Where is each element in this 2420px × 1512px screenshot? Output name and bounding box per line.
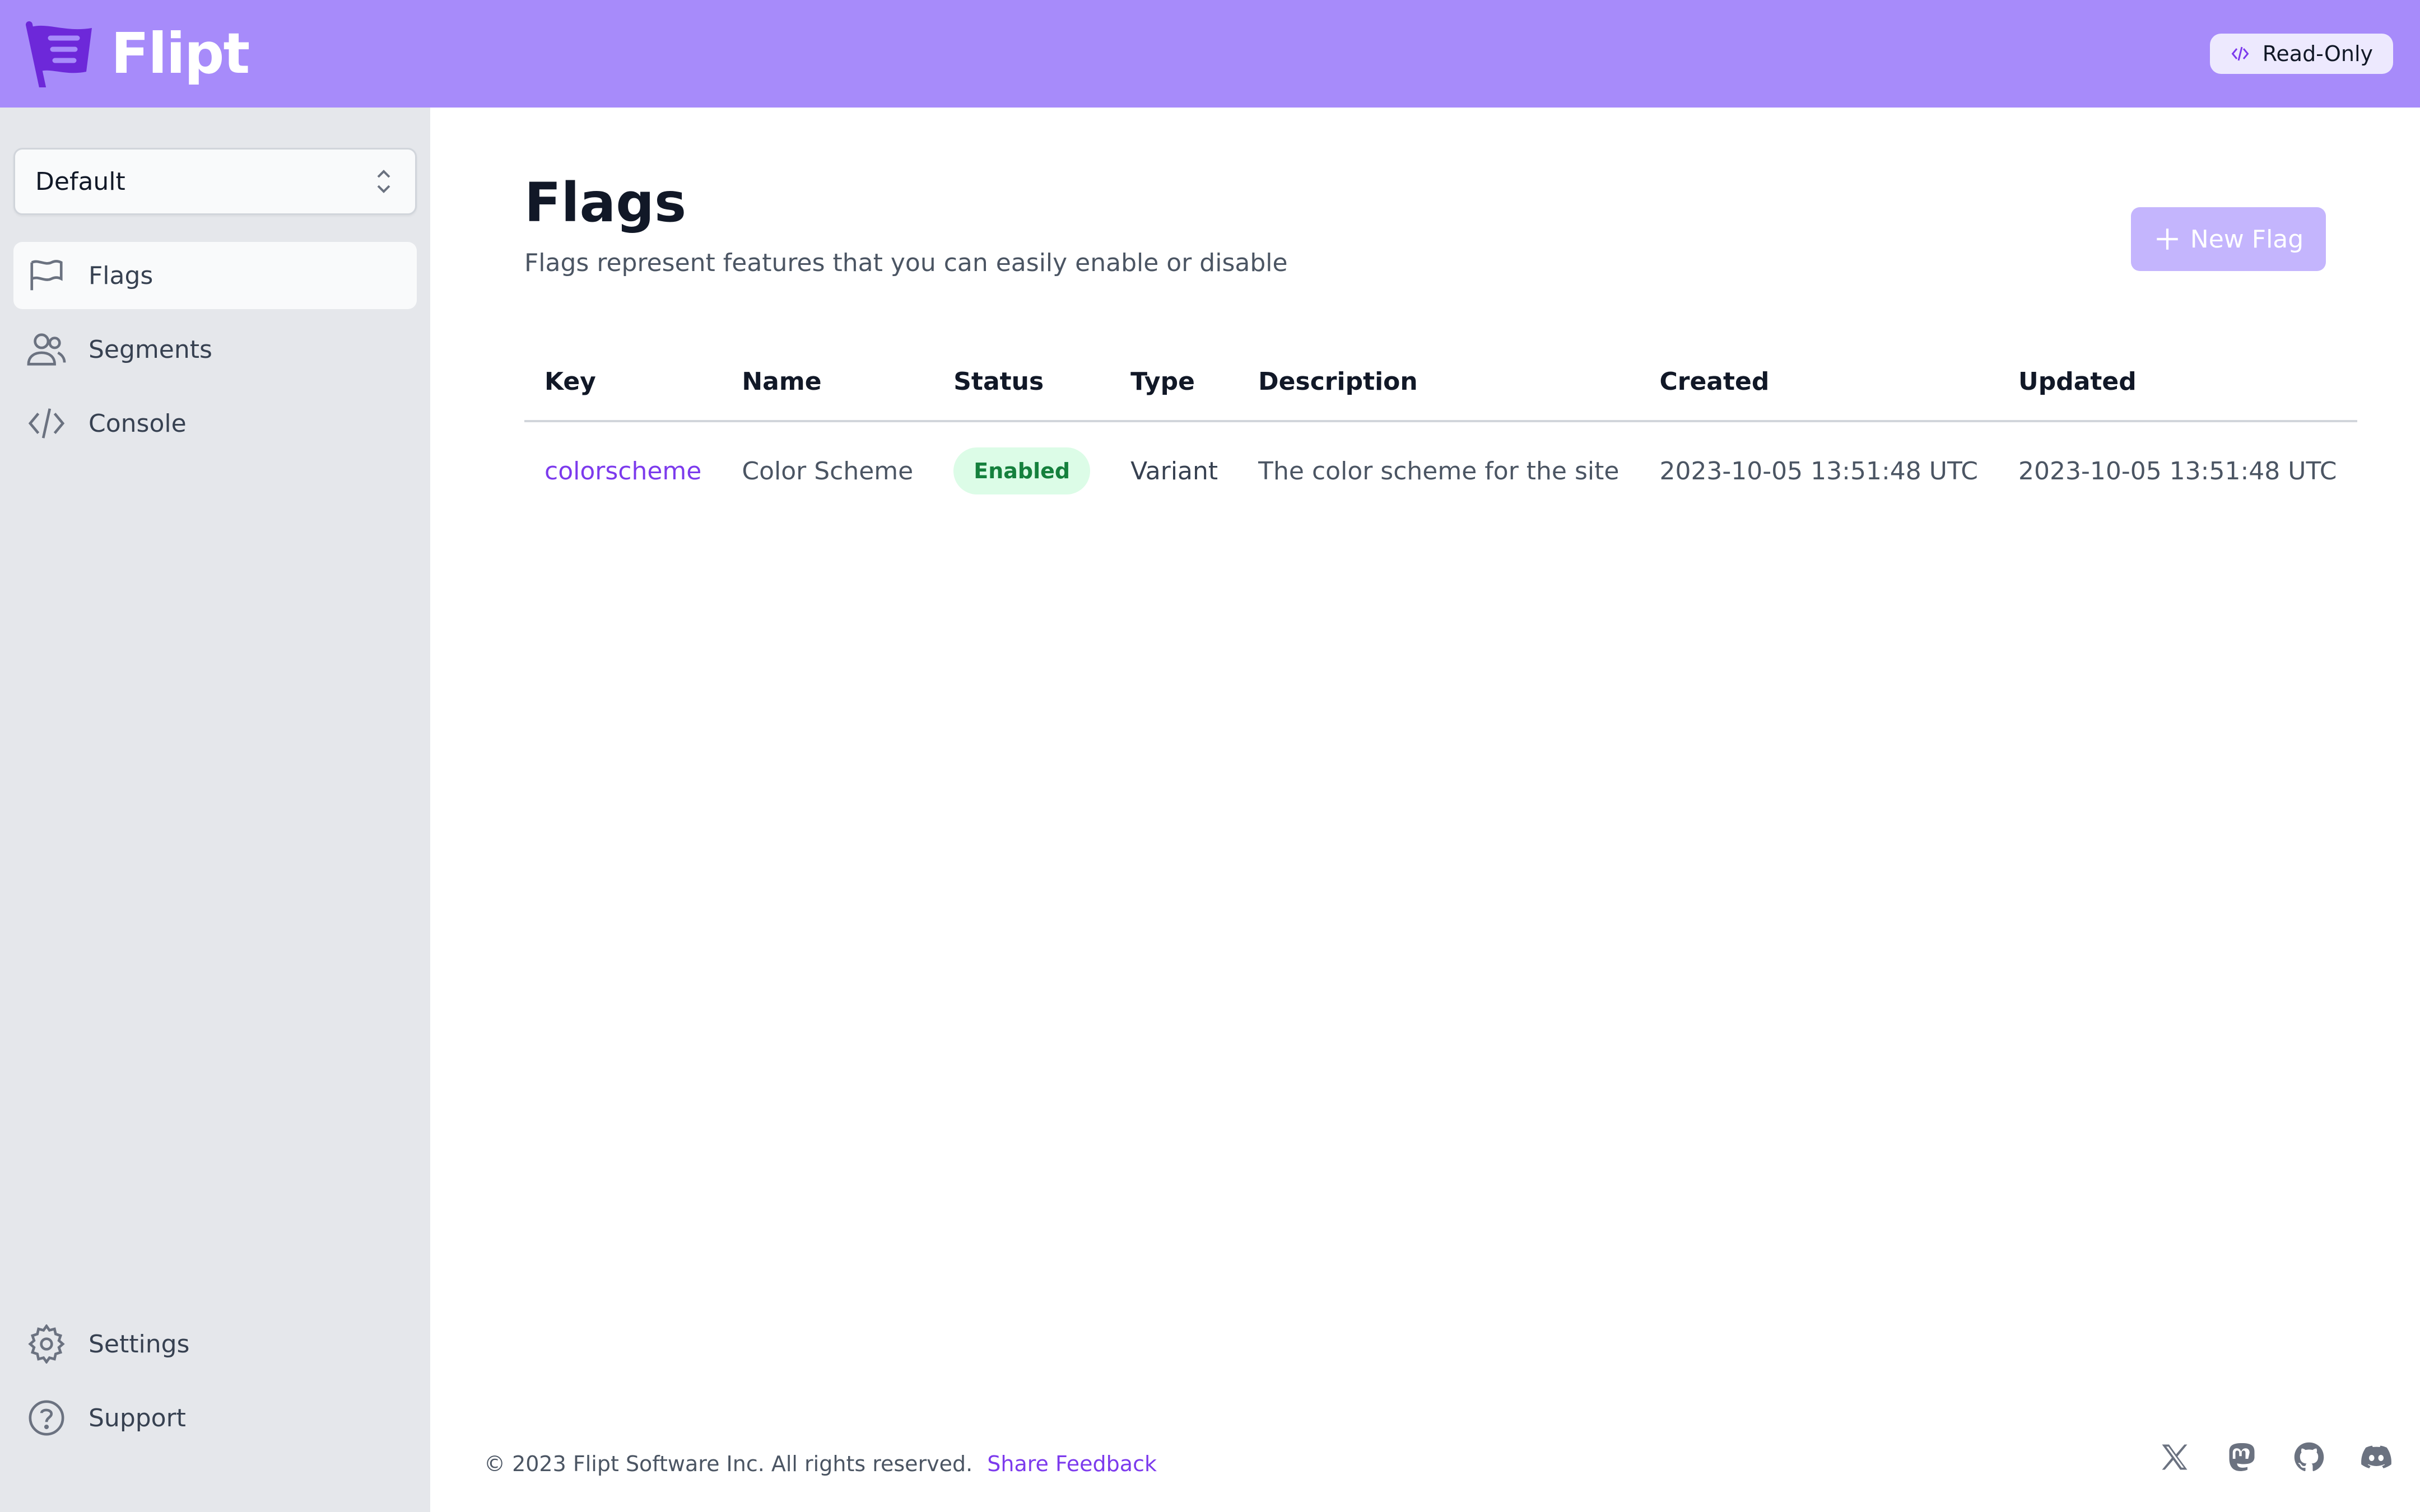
column-header-key[interactable]: Key bbox=[524, 343, 722, 422]
brand-name: Flipt bbox=[111, 21, 250, 86]
flag-type-cell: Variant bbox=[1130, 456, 1218, 486]
flipt-logo-icon bbox=[26, 21, 92, 87]
gear-icon bbox=[28, 1324, 65, 1364]
column-header-status[interactable]: Status bbox=[933, 343, 1111, 422]
sidebar-item-support[interactable]: Support bbox=[13, 1384, 417, 1452]
flags-table: Key Name Status Type Description Created… bbox=[524, 343, 2357, 520]
table-header-row: Key Name Status Type Description Created… bbox=[524, 343, 2357, 422]
chevron-up-down-icon bbox=[377, 170, 390, 193]
column-header-description[interactable]: Description bbox=[1238, 343, 1640, 422]
namespace-select[interactable]: Default bbox=[13, 148, 417, 215]
sidebar-item-segments[interactable]: Segments bbox=[13, 316, 417, 383]
sidebar-item-label: Support bbox=[89, 1403, 186, 1432]
new-flag-button[interactable]: New Flag bbox=[2131, 207, 2326, 271]
sidebar-item-label: Flags bbox=[89, 261, 153, 290]
share-feedback-link[interactable]: Share Feedback bbox=[987, 1452, 1157, 1476]
code-icon bbox=[28, 408, 65, 438]
users-icon bbox=[27, 333, 66, 366]
code-icon bbox=[2231, 46, 2249, 61]
sidebar-item-settings[interactable]: Settings bbox=[13, 1310, 417, 1378]
status-badge: Enabled bbox=[953, 447, 1091, 494]
new-flag-label: New Flag bbox=[2190, 225, 2304, 254]
flag-key-link[interactable]: colorscheme bbox=[544, 457, 701, 486]
column-header-name[interactable]: Name bbox=[722, 343, 934, 422]
column-header-type[interactable]: Type bbox=[1110, 343, 1239, 422]
brand[interactable]: Flipt bbox=[26, 20, 250, 87]
plus-icon bbox=[2157, 228, 2178, 250]
sidebar-item-label: Settings bbox=[89, 1329, 190, 1359]
footer-social-links bbox=[2158, 1440, 2393, 1474]
namespace-select-value: Default bbox=[35, 167, 125, 196]
sidebar-nav: Flags Segments Console bbox=[13, 242, 417, 464]
flag-icon bbox=[30, 260, 63, 291]
footer-copyright: © 2023 Flipt Software Inc. All rights re… bbox=[484, 1452, 973, 1476]
question-icon bbox=[29, 1400, 64, 1436]
x-icon[interactable] bbox=[2158, 1440, 2191, 1474]
read-only-badge: Read-Only bbox=[2209, 34, 2393, 74]
top-header: Flipt Read-Only bbox=[0, 0, 2420, 108]
flag-description-cell: The color scheme for the site bbox=[1258, 456, 1619, 486]
sidebar-item-flags[interactable]: Flags bbox=[13, 242, 417, 309]
column-header-created[interactable]: Created bbox=[1639, 343, 1998, 422]
sidebar-item-console[interactable]: Console bbox=[13, 390, 417, 457]
column-header-updated[interactable]: Updated bbox=[1998, 343, 2357, 422]
sidebar: Default Flags Segments Console Settings … bbox=[0, 108, 430, 1512]
flag-updated-cell: 2023-10-05 13:51:48 UTC bbox=[2018, 456, 2337, 486]
discord-icon[interactable] bbox=[2360, 1440, 2393, 1474]
flag-created-cell: 2023-10-05 13:51:48 UTC bbox=[1659, 456, 1978, 486]
sidebar-item-label: Console bbox=[89, 409, 187, 438]
page-title: Flags bbox=[524, 171, 687, 234]
flag-name-cell: Color Scheme bbox=[742, 456, 914, 486]
github-icon[interactable] bbox=[2292, 1440, 2326, 1474]
flag-key-cell: colorscheme bbox=[524, 421, 722, 520]
mastodon-icon[interactable] bbox=[2225, 1440, 2259, 1474]
flag-status-cell: Enabled bbox=[933, 421, 1110, 520]
sidebar-bottom-nav: Settings Support bbox=[13, 1310, 417, 1458]
sidebar-item-label: Segments bbox=[89, 335, 212, 364]
table-row[interactable]: colorscheme Color Scheme Enabled Variant… bbox=[524, 421, 2357, 520]
main-content: Flags Flags represent features that you … bbox=[430, 108, 2420, 1512]
page-subtitle: Flags represent features that you can ea… bbox=[524, 249, 1288, 277]
footer: © 2023 Flipt Software Inc. All rights re… bbox=[484, 1452, 1157, 1476]
read-only-label: Read-Only bbox=[2262, 41, 2373, 66]
